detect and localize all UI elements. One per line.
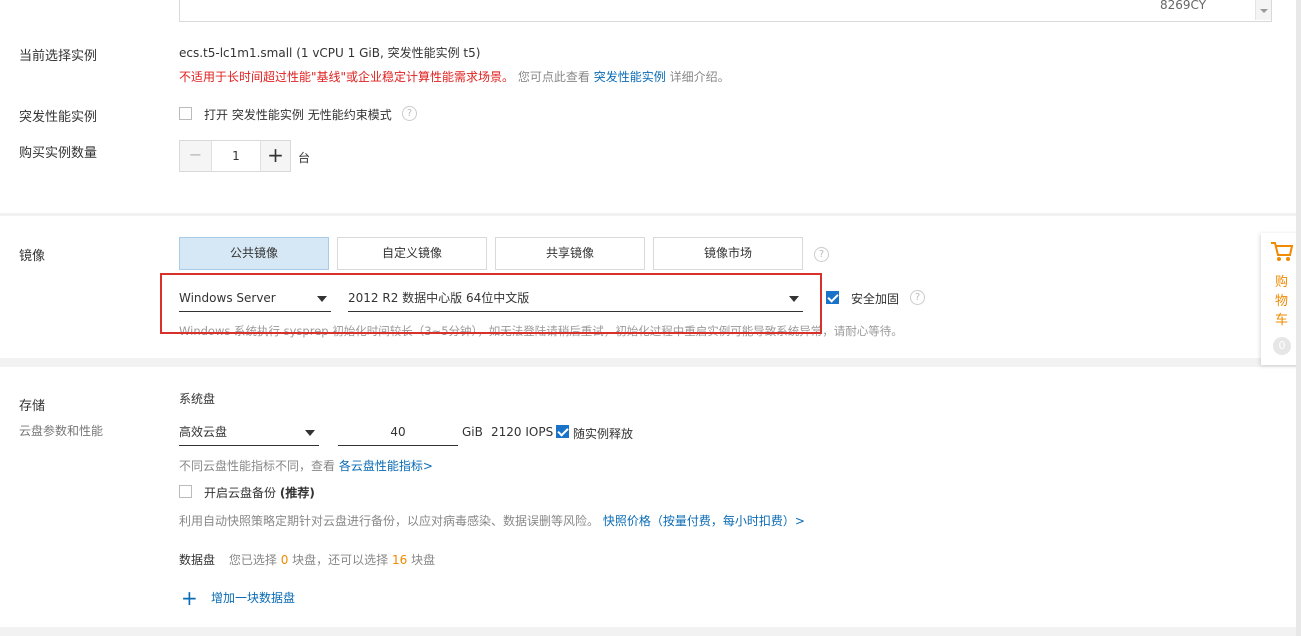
plus-icon: + <box>181 586 198 610</box>
disk-perf-hint: 不同云盘性能指标不同，查看 各云盘性能指标> <box>179 457 433 474</box>
disk-size-value: 40 <box>390 425 406 439</box>
instance-panel: 8269CY 当前选择实例 ecs.t5-lc1m1.small (1 vCPU… <box>0 0 1301 213</box>
instance-hint-suffix: 详细介绍。 <box>669 70 730 84</box>
instance-label: 当前选择实例 <box>19 49 98 64</box>
release-with-instance-checkbox[interactable] <box>556 425 569 438</box>
data-disk-remaining-count: 16 <box>392 553 408 567</box>
top-textarea-value: 8269CY <box>1160 0 1207 12</box>
snapshot-price-link[interactable]: 快照价格（按量付费，每小时扣费）> <box>603 514 805 528</box>
image-label: 镜像 <box>19 249 46 264</box>
quantity-label: 购买实例数量 <box>19 146 98 161</box>
textarea-scrollbar[interactable] <box>1255 0 1271 20</box>
disk-backup-label: 开启云盘备份 <box>204 486 277 500</box>
chevron-down-icon <box>305 430 315 436</box>
quantity-stepper[interactable]: − 1 + <box>179 140 291 172</box>
quantity-minus-button[interactable]: − <box>180 141 212 171</box>
scroll-down-icon[interactable] <box>1260 9 1268 13</box>
data-disk-section: 数据盘 您已选择 0 块盘，还可以选择 16 块盘 <box>179 551 435 568</box>
storage-label: 存储 <box>19 399 46 414</box>
disk-size-input[interactable]: 40 <box>338 420 458 446</box>
data-disk-title: 数据盘 <box>179 553 216 567</box>
disk-type-select[interactable]: 高效云盘 <box>179 420 319 446</box>
data-disk-hint-3: 块盘 <box>411 553 436 567</box>
disk-backup-text: 开启云盘备份 (推荐) <box>204 484 315 501</box>
disk-perf-link[interactable]: 各云盘性能指标> <box>339 459 433 473</box>
page-scrollbar[interactable] <box>1296 0 1301 636</box>
storage-sublabel: 云盘参数和性能 <box>19 424 104 438</box>
disk-perf-hint-prefix: 不同云盘性能指标不同，查看 <box>179 459 336 473</box>
image-help-icon[interactable]: ? <box>814 247 829 262</box>
cart-label-1: 购 <box>1275 275 1289 290</box>
security-help-icon[interactable]: ? <box>910 290 925 305</box>
add-data-disk-button[interactable]: + 增加一块数据盘 <box>179 586 309 610</box>
cart-count-badge: 0 <box>1273 337 1291 355</box>
disk-type-value: 高效云盘 <box>179 425 228 439</box>
top-textarea[interactable]: 8269CY <box>179 0 1272 22</box>
security-hardening-label: 安全加固 <box>851 292 900 306</box>
instance-spec: ecs.t5-lc1m1.small (1 vCPU 1 GiB, 突发性能实例… <box>179 46 481 60</box>
quantity-plus-button[interactable]: + <box>260 141 290 171</box>
disk-backup-desc-text: 利用自动快照策略定期针对云盘进行备份，以应对病毒感染、数据误删等风险。 <box>179 514 600 528</box>
highlight-box <box>160 273 822 334</box>
disk-size-unit: GiB <box>462 425 483 439</box>
cart-label-3: 车 <box>1275 313 1289 328</box>
cart-label-2: 物 <box>1275 294 1289 309</box>
data-disk-hint-1: 您已选择 <box>228 553 277 567</box>
burst-info-link[interactable]: 突发性能实例 <box>594 70 666 84</box>
quantity-unit: 台 <box>298 151 311 165</box>
add-data-disk-label: 增加一块数据盘 <box>211 591 296 605</box>
release-with-instance-label: 随实例释放 <box>573 427 634 441</box>
system-disk-title: 系统盘 <box>179 392 216 406</box>
disk-backup-checkbox[interactable] <box>179 485 192 498</box>
burst-help-icon[interactable]: ? <box>402 106 417 121</box>
disk-iops: 2120 IOPS <box>491 425 554 439</box>
instance-warning: 不适用于长时间超过性能"基线"或企业稳定计算性能需求场景。 <box>179 70 515 84</box>
instance-hint-prefix: 您可点此查看 <box>517 70 590 84</box>
tab-shared-image[interactable]: 共享镜像 <box>495 237 645 270</box>
cart-icon <box>1271 242 1294 261</box>
quantity-input[interactable]: 1 <box>212 141 260 171</box>
burst-option-prefix: 打开 <box>204 108 229 122</box>
tab-public-image[interactable]: 公共镜像 <box>179 237 329 270</box>
plus-icon: + <box>267 143 284 167</box>
minus-icon: − <box>188 145 203 164</box>
disk-backup-desc: 利用自动快照策略定期针对云盘进行备份，以应对病毒感染、数据误删等风险。 快照价格… <box>179 512 805 529</box>
security-hardening-checkbox[interactable] <box>826 291 839 304</box>
burst-option-link[interactable]: 突发性能实例 <box>232 108 304 122</box>
instance-warning-line: 不适用于长时间超过性能"基线"或企业稳定计算性能需求场景。 您可点此查看 突发性… <box>179 68 730 85</box>
burst-unlimited-checkbox[interactable] <box>179 107 192 120</box>
burst-option-suffix: 无性能约束模式 <box>307 108 392 122</box>
tab-custom-image[interactable]: 自定义镜像 <box>337 237 487 270</box>
data-disk-hint-2: 块盘，还可以选择 <box>292 553 389 567</box>
tab-image-market[interactable]: 镜像市场 <box>653 237 803 270</box>
disk-backup-recommend: (推荐) <box>279 486 315 500</box>
shopping-cart-widget[interactable]: 购 物 车 0 <box>1261 233 1301 365</box>
data-disk-selected-count: 0 <box>280 553 289 567</box>
burst-option-text: 打开 突发性能实例 无性能约束模式 <box>204 106 392 123</box>
burst-label: 突发性能实例 <box>19 110 98 125</box>
